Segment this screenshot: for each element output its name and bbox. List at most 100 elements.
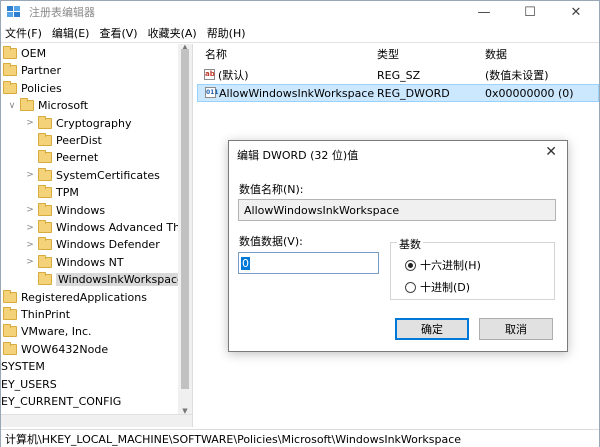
tree-scroll-thumb[interactable]	[181, 49, 189, 389]
tree-item-label: WindowsInkWorkspace	[56, 273, 186, 287]
value-type: REG_DWORD	[377, 86, 450, 100]
chevron-down-icon[interactable]: ∨	[7, 101, 17, 111]
tree-item[interactable]: WindowsInkWorkspace	[25, 271, 186, 288]
value-name: AllowWindowsInkWorkspace	[219, 86, 375, 100]
tree-item-label: WOW6432Node	[21, 342, 109, 356]
value-row-default[interactable]: ab (默认) REG_SZ (数值未设置)	[197, 66, 599, 84]
value-data-input[interactable]: 0	[238, 252, 379, 274]
tree-horizontal-scrollbar[interactable]	[1, 414, 192, 427]
folder-icon	[38, 167, 52, 181]
value-row-allowwindowsinkworkspace[interactable]: 011 AllowWindowsInkWorkspace REG_DWORD 0…	[197, 84, 599, 102]
tree-item-label: TPM	[56, 186, 79, 200]
base-groupbox: 基数 十六进制(H) 十进制(D)	[390, 236, 555, 300]
tree-item[interactable]: WOW6432Node	[3, 341, 108, 358]
tree-item-label: EY_USERS	[1, 377, 57, 391]
folder-icon	[38, 185, 52, 199]
minimize-button[interactable]: —	[461, 1, 507, 23]
tree-item-label: Windows	[56, 203, 106, 217]
tree-item[interactable]: ThinPrint	[3, 306, 70, 323]
tree-item[interactable]: VMware, Inc.	[3, 323, 92, 340]
tree-item[interactable]: > Cryptography	[25, 115, 131, 132]
folder-icon	[3, 341, 17, 355]
column-header-data[interactable]: 数据	[485, 46, 507, 62]
tree-item[interactable]: Peernet	[25, 149, 98, 166]
tree-item-label: SYSTEM	[1, 360, 45, 374]
menu-bar: 文件(F) 编辑(E) 查看(V) 收藏夹(A) 帮助(H)	[1, 23, 599, 43]
value-data: (数值未设置)	[485, 69, 549, 82]
title-bar[interactable]: 注册表编辑器 — ☐ ✕	[1, 1, 599, 23]
tree-item-label: OEM	[21, 47, 47, 60]
tree-item-label: SystemCertificates	[56, 168, 160, 182]
dialog-close-icon[interactable]: ✕	[545, 144, 557, 160]
column-header-type[interactable]: 类型	[377, 46, 399, 62]
value-data: 0x00000000 (0)	[485, 86, 574, 100]
ok-button[interactable]: 确定	[395, 318, 469, 340]
tree-item-label: Peernet	[56, 151, 99, 165]
base-groupbox-title: 基数	[397, 236, 423, 252]
tree-item[interactable]: > Windows	[25, 202, 105, 219]
radio-decimal[interactable]: 十进制(D)	[405, 279, 470, 295]
tree-item[interactable]: EY_USERS	[1, 376, 57, 393]
radio-hex-label: 十六进制(H)	[420, 259, 481, 272]
tree-item[interactable]: EY_CURRENT_CONFIG	[1, 393, 121, 410]
tree-item[interactable]: RegisteredApplications	[3, 289, 147, 306]
tree-item-label: RegisteredApplications	[21, 290, 147, 304]
menu-favorites[interactable]: 收藏夹(A)	[143, 25, 202, 41]
tree-item-label: Windows Advanced Thr	[56, 221, 185, 234]
key-tree-pane[interactable]: OEM Partner Policies ∨ Microsoft > Cryptograph…	[1, 44, 193, 427]
tree-vertical-scrollbar[interactable]: ▲ ▼	[178, 44, 192, 415]
tree-item[interactable]: TPM	[25, 184, 79, 201]
folder-icon	[38, 202, 52, 216]
column-header-name[interactable]: 名称	[205, 46, 227, 62]
value-name-field: AllowWindowsInkWorkspace	[238, 199, 556, 221]
value-name: (默认)	[218, 69, 249, 82]
window-title: 注册表编辑器	[29, 6, 95, 19]
tree-item-label: ThinPrint	[21, 308, 71, 321]
chevron-right-icon[interactable]: >	[25, 223, 35, 233]
menu-file[interactable]: 文件(F)	[1, 25, 47, 41]
tree-item[interactable]: > Windows NT	[25, 254, 124, 271]
chevron-right-icon[interactable]: >	[25, 170, 35, 180]
tree-item[interactable]: OEM	[3, 45, 46, 62]
folder-icon	[3, 307, 17, 320]
close-button[interactable]: ✕	[553, 1, 599, 23]
menu-edit[interactable]: 编辑(E)	[47, 25, 95, 41]
folder-icon	[3, 80, 17, 94]
string-value-icon: ab	[204, 69, 215, 80]
maximize-button[interactable]: ☐	[507, 1, 553, 23]
tree-item[interactable]: PeerDist	[25, 132, 102, 149]
menu-view[interactable]: 查看(V)	[94, 25, 142, 41]
radio-hex-indicator[interactable]	[405, 259, 416, 271]
tree-item[interactable]: Policies	[3, 80, 62, 97]
menu-help[interactable]: 帮助(H)	[202, 25, 251, 41]
chevron-right-icon[interactable]: >	[25, 257, 35, 267]
list-header: 名称 类型 数据	[197, 44, 599, 64]
folder-icon	[3, 63, 17, 77]
tree-item-label: Cryptography	[56, 116, 132, 130]
radio-decimal-indicator[interactable]	[405, 281, 416, 293]
chevron-right-icon[interactable]: >	[25, 118, 35, 128]
tree-item[interactable]: > Windows Advanced Thr	[25, 219, 185, 236]
radio-hex[interactable]: 十六进制(H)	[405, 257, 481, 273]
tree-item-label: EY_CURRENT_CONFIG	[1, 395, 122, 408]
registry-editor-icon	[7, 6, 21, 18]
tree-item[interactable]: Partner	[3, 62, 61, 79]
tree-item-label: Microsoft	[38, 99, 89, 113]
tree-item[interactable]: > SystemCertificates	[25, 167, 160, 184]
folder-icon	[3, 324, 17, 338]
tree-item-label: PeerDist	[56, 134, 102, 147]
dialog-title: 编辑 DWORD (32 位)值	[237, 149, 359, 162]
chevron-right-icon[interactable]: >	[25, 240, 35, 250]
tree-item-label: Policies	[21, 81, 62, 95]
folder-icon	[38, 237, 52, 251]
value-data-label: 数值数据(V):	[239, 235, 303, 248]
value-name-label: 数值名称(N):	[239, 183, 304, 196]
tree-item[interactable]: > Windows Defender	[25, 236, 160, 253]
edit-dword-dialog: 编辑 DWORD (32 位)值 ✕ 数值名称(N): AllowWindows…	[228, 140, 568, 352]
chevron-right-icon[interactable]: >	[25, 205, 35, 215]
folder-icon	[20, 98, 34, 112]
cancel-button[interactable]: 取消	[479, 318, 553, 340]
tree-item[interactable]: ∨ Microsoft	[7, 97, 88, 114]
tree-item[interactable]: SYSTEM	[1, 358, 45, 375]
folder-icon	[38, 133, 52, 146]
